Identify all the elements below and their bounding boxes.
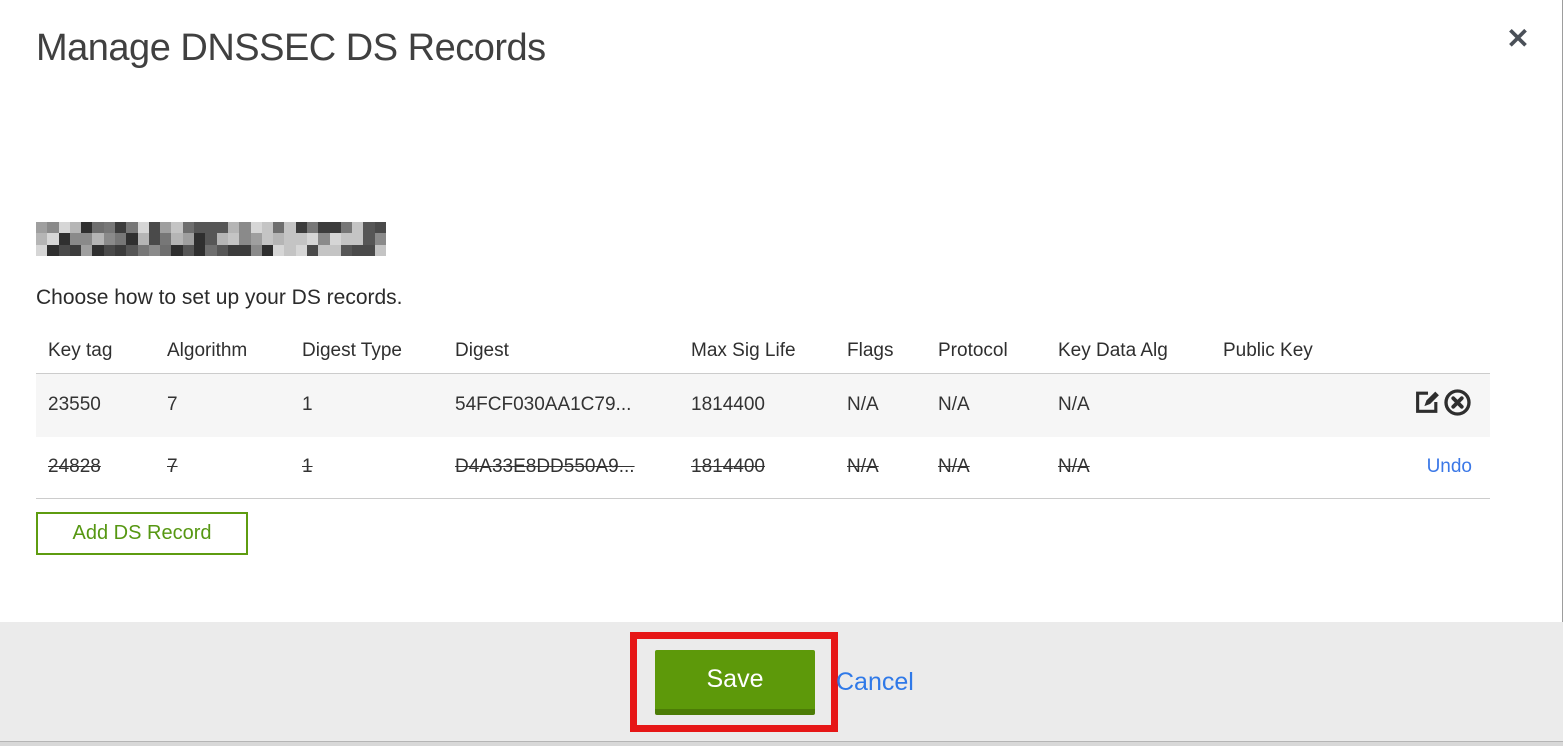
cell-algorithm: 7 [167,394,178,416]
page-edge [0,741,1563,746]
delete-circle-x-icon [1444,389,1471,416]
redacted-domain [36,222,386,256]
cell-digest: 54FCF030AA1C79... [455,394,632,416]
page-title: Manage DNSSEC DS Records [36,27,546,69]
instruction-text: Choose how to set up your DS records. [36,286,403,309]
cell-digest-type: 1 [302,394,313,416]
dialog-footer: Save Cancel [0,622,1563,741]
row-actions: Undo [1363,437,1490,498]
edit-record-button[interactable] [1414,389,1441,416]
col-public-key: Public Key [1223,340,1313,362]
cell-max-sig-life: 1814400 [691,456,765,478]
edit-icon [1416,391,1439,414]
manage-dnssec-dialog: Manage DNSSEC DS Records ✕ Choose how to… [0,0,1563,741]
cancel-link[interactable]: Cancel [836,668,914,697]
cell-key-tag: 23550 [48,394,101,416]
ds-records-table: Key tag Algorithm Digest Type Digest Max… [36,330,1490,499]
cell-digest: D4A33E8DD550A9... [455,456,635,478]
cell-key-data-alg: N/A [1058,394,1090,416]
table-row-deleted: 24828 7 1 D4A33E8DD550A9... 1814400 N/A … [36,437,1490,498]
cell-max-sig-life: 1814400 [691,394,765,416]
cell-key-data-alg: N/A [1058,456,1090,478]
close-icon: ✕ [1506,22,1530,54]
cell-protocol: N/A [938,394,970,416]
cell-flags: N/A [847,394,879,416]
cell-digest-type: 1 [302,456,313,478]
close-button[interactable]: ✕ [1498,18,1538,58]
col-key-data-alg: Key Data Alg [1058,340,1168,362]
col-digest-type: Digest Type [302,340,402,362]
col-max-sig-life: Max Sig Life [691,340,796,362]
undo-link[interactable]: Undo [1427,456,1472,477]
col-protocol: Protocol [938,340,1008,362]
cell-algorithm: 7 [167,456,178,478]
col-actions [1363,330,1490,373]
col-flags: Flags [847,340,894,362]
cell-public-key [1211,373,1363,437]
delete-record-button[interactable] [1443,388,1472,417]
save-button[interactable]: Save [655,650,815,715]
col-digest: Digest [455,340,509,362]
row-actions [1363,373,1490,437]
cell-flags: N/A [847,456,879,478]
col-key-tag: Key tag [48,340,113,362]
table-header-row: Key tag Algorithm Digest Type Digest Max… [36,330,1490,373]
col-algorithm: Algorithm [167,340,248,362]
cell-key-tag: 24828 [48,456,101,478]
cell-protocol: N/A [938,456,970,478]
table-row: 23550 7 1 54FCF030AA1C79... 1814400 N/A … [36,373,1490,437]
cell-public-key [1211,437,1363,498]
add-ds-record-button[interactable]: Add DS Record [36,512,248,555]
